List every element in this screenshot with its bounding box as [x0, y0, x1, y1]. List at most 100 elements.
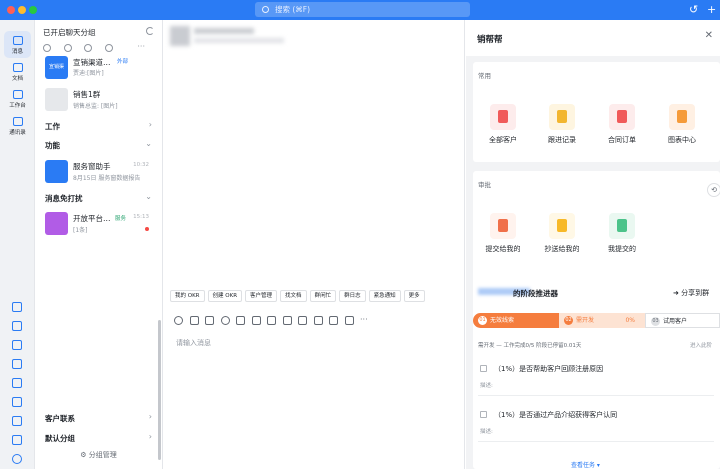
chat-list-scrollbar[interactable] — [158, 320, 161, 460]
phone-icon[interactable] — [313, 316, 323, 325]
nav-messages-label: 消息 — [11, 49, 23, 55]
at-mention-icon[interactable] — [104, 44, 113, 52]
nav-contacts[interactable]: 通讯录 — [4, 112, 31, 139]
quick-create-okr[interactable]: 创建 OKR — [207, 290, 243, 302]
app-box-icon[interactable] — [12, 435, 22, 445]
close-window-button[interactable] — [7, 6, 15, 14]
chevron-down-icon: ⌄ — [145, 139, 152, 148]
follow-up-label: 跟进记录 — [548, 136, 576, 144]
mail-icon[interactable] — [329, 316, 338, 325]
chevron-right-icon: › — [148, 120, 152, 129]
submitted-to-me-label: 提交给我的 — [485, 245, 521, 253]
divider — [478, 395, 714, 396]
task-checkbox[interactable] — [480, 411, 487, 418]
cc-to-me-tile[interactable]: 抄送给我的 — [536, 213, 588, 254]
task-title: （1%）是否通过产品介绍获得客户认同 — [494, 411, 618, 419]
phone-icon[interactable] — [12, 302, 22, 312]
global-search-input[interactable]: 搜索 (⌘F) — [255, 2, 470, 17]
folder-icon[interactable] — [236, 316, 245, 325]
share-to-group-button[interactable]: ➜ 分享到群 — [673, 288, 709, 298]
app-window: 搜索 (⌘F) ↺ + 消息 文档 工作台 通讯录 已开启聊天分组 ··· 宣销… — [0, 0, 720, 469]
quick-my-okr[interactable]: 我的 OKR — [170, 290, 205, 302]
zoom-window-button[interactable] — [29, 6, 37, 14]
approval-title: 审批 — [478, 181, 491, 189]
settings-icon[interactable] — [43, 44, 51, 52]
submitted-to-me-tile[interactable]: 提交给我的 — [477, 213, 529, 254]
chat-header-title — [194, 28, 254, 34]
document-icon — [12, 63, 23, 72]
my-submissions-tile[interactable]: 我提交的 — [596, 213, 648, 254]
chat-avatar — [45, 212, 68, 235]
section-work[interactable]: 工作 — [45, 121, 60, 132]
add-icon[interactable]: + — [707, 3, 716, 17]
image-icon[interactable] — [251, 316, 261, 325]
follow-up-tile[interactable]: 跟进记录 — [536, 104, 588, 145]
collapse-panel-icon[interactable]: ⟲ — [707, 183, 720, 197]
lightning-icon[interactable] — [282, 316, 292, 325]
todo-check-icon[interactable] — [12, 359, 22, 369]
translate-icon[interactable] — [12, 397, 22, 407]
more-icon[interactable]: ··· — [360, 316, 368, 325]
quick-urgent-notice[interactable]: 紧急通知 — [368, 290, 401, 302]
view-tasks-link[interactable]: 查看任务 ▾ — [571, 460, 600, 469]
mail-icon[interactable] — [12, 416, 22, 426]
contract-orders-tile[interactable]: 合同订单 — [596, 104, 648, 145]
unread-dot — [145, 227, 149, 231]
history-icon[interactable]: ↺ — [689, 3, 698, 17]
close-icon[interactable]: ✕ — [705, 30, 713, 41]
thumbs-up-icon[interactable] — [189, 316, 199, 325]
enter-stage-link[interactable]: 进入此阶 — [690, 341, 712, 349]
at-mention-icon[interactable] — [220, 316, 230, 325]
nav-docs[interactable]: 文档 — [4, 58, 31, 85]
share-label: 分享到群 — [681, 289, 710, 297]
chat-list-item[interactable]: 服务窗助手 10:32 8月15日 服务窗数据报告 — [35, 156, 157, 194]
task-checkbox[interactable] — [480, 365, 487, 372]
calendar-icon[interactable] — [12, 340, 22, 350]
quick-find-docs[interactable]: 找文档 — [280, 290, 307, 302]
chat-avatar: 宣销渠 — [45, 56, 68, 79]
quick-group-log[interactable]: 群日志 — [339, 290, 366, 302]
quick-group-busy[interactable]: 群闲忙 — [309, 290, 337, 302]
title-bar: 搜索 (⌘F) ↺ + — [0, 0, 720, 20]
emoji-icon[interactable] — [174, 316, 183, 325]
quick-customer-manage[interactable]: 客户管理 — [245, 290, 278, 302]
history-icon[interactable] — [84, 44, 93, 52]
minimize-window-button[interactable] — [18, 6, 26, 14]
task-description: 描述: — [480, 383, 493, 389]
chat-list-item[interactable]: 销售1群 销售总监: [图片] — [35, 84, 157, 122]
chat-list-item[interactable]: 开放平台… 服务 15:13 [1条] — [35, 208, 157, 246]
star-icon[interactable] — [63, 44, 72, 52]
group-manage-button[interactable]: ⚙ 分组管理 — [35, 450, 162, 460]
scissors-icon[interactable] — [205, 316, 214, 325]
nav-messages[interactable]: 消息 — [4, 31, 31, 58]
refresh-icon[interactable] — [146, 27, 154, 35]
cloud-icon[interactable] — [12, 321, 22, 331]
all-customers-tile[interactable]: 全部客户 — [477, 104, 529, 145]
message-input[interactable]: 请输入消息 — [176, 338, 211, 348]
nav-contacts-label: 通讯录 — [9, 130, 26, 136]
nav-workbench[interactable]: 工作台 — [4, 85, 31, 112]
section-customer-contacts[interactable]: 客户联系 — [45, 413, 75, 424]
calendar-icon[interactable] — [298, 316, 307, 325]
common-card: 常用 全部客户 跟进记录 合同订单 图表中心 — [473, 62, 720, 162]
chevron-right-icon: › — [148, 432, 152, 441]
stage-trial-customer[interactable]: 03 试用客户 — [645, 313, 720, 328]
chevron-down-icon: ⌄ — [145, 192, 152, 201]
stage-advancer-card: 的阶段推进器 ➜ 分享到群 01 无效线索 02 需开发 0% 03 试用客户 需开发… — [473, 275, 720, 469]
approval-card: 审批 提交给我的 抄送给我的 我提交的 — [473, 171, 720, 286]
quick-more[interactable]: 更多 — [403, 290, 425, 302]
stage-invalid-lead[interactable]: 01 无效线索 — [473, 313, 559, 328]
section-features[interactable]: 功能 — [45, 140, 60, 151]
task-item: （1%）是否帮助客户回顾注册原因 描述: — [478, 363, 714, 401]
section-default-group[interactable]: 默认分组 — [45, 433, 75, 444]
screenshot-icon[interactable] — [344, 316, 354, 325]
more-icon[interactable]: ··· — [137, 42, 145, 51]
more-apps-icon[interactable] — [12, 454, 22, 464]
chat-name: 宣销渠道… — [73, 58, 111, 67]
search-placeholder: 搜索 (⌘F) — [275, 5, 311, 14]
chart-center-tile[interactable]: 图表中心 — [656, 104, 708, 145]
lightning-icon[interactable] — [12, 378, 22, 388]
stage-to-develop[interactable]: 02 需开发 0% — [559, 313, 645, 328]
section-mute[interactable]: 消息免打扰 — [45, 193, 83, 204]
checkbox-icon[interactable] — [267, 316, 276, 325]
